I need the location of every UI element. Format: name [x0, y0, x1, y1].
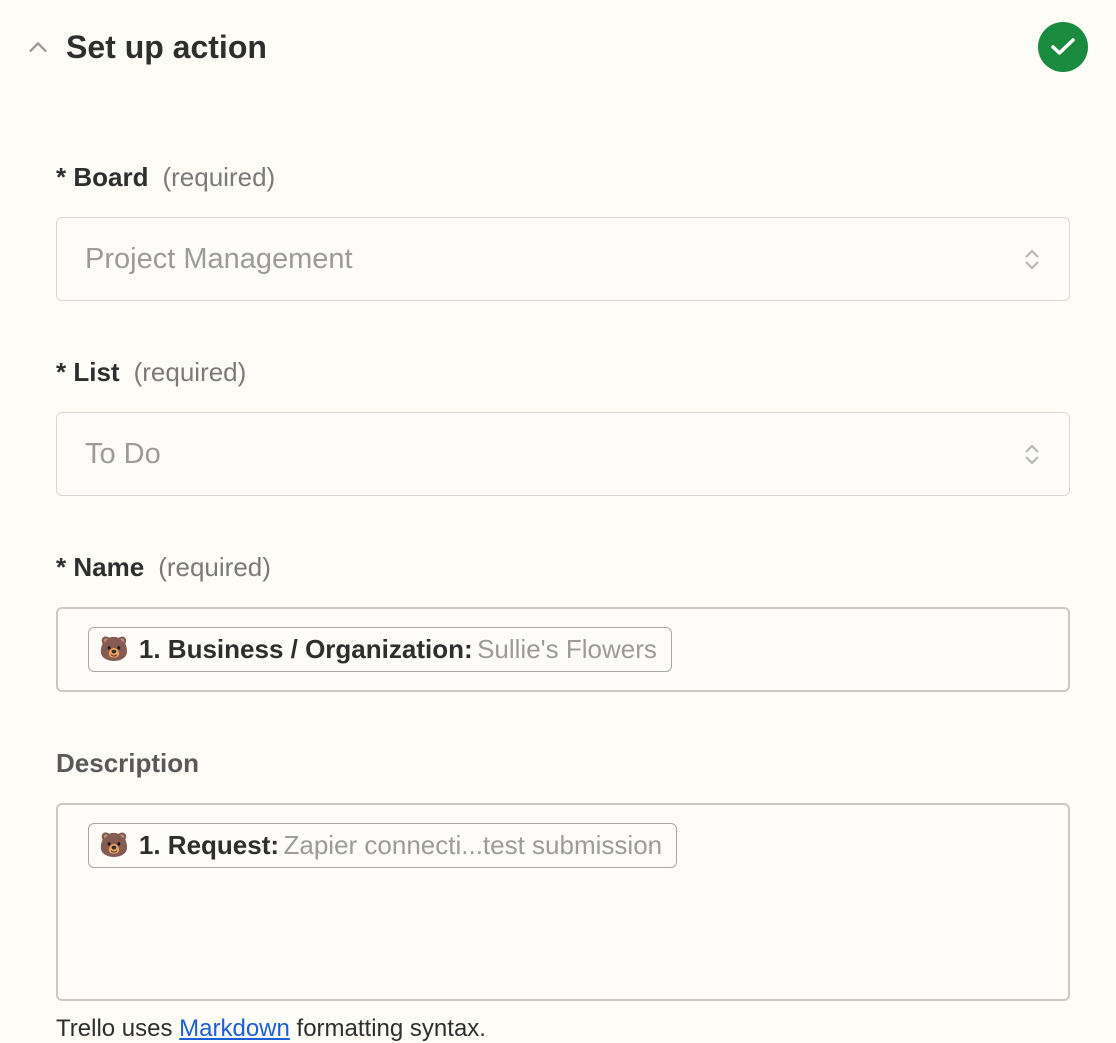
description-input[interactable]: 🐻 1. Request: Zapier connecti...test sub…: [56, 803, 1070, 1001]
field-board-label-row: * Board (required): [56, 162, 1070, 193]
field-list-label-row: * List (required): [56, 357, 1070, 388]
field-name: * Name (required) 🐻 1. Business / Organi…: [56, 552, 1070, 692]
pill-content: 1. Business / Organization: Sullie's Flo…: [139, 634, 657, 665]
description-pill-value: Zapier connecti...test submission: [284, 830, 663, 860]
field-name-label-row: * Name (required): [56, 552, 1070, 583]
wpforms-icon: 🐻: [99, 834, 129, 858]
field-board-required: (required): [162, 162, 275, 193]
helper-suffix: formatting syntax.: [290, 1015, 486, 1042]
select-chevrons-icon: [1023, 444, 1041, 465]
list-select[interactable]: To Do: [56, 412, 1070, 496]
field-list-label-text: List: [73, 357, 119, 387]
pill-content: 1. Request: Zapier connecti...test submi…: [139, 830, 662, 861]
wpforms-icon: 🐻: [99, 638, 129, 662]
required-asterisk: *: [56, 552, 66, 582]
description-field-pill[interactable]: 🐻 1. Request: Zapier connecti...test sub…: [88, 823, 677, 868]
description-helper: Trello uses Markdown formatting syntax.: [56, 1015, 1070, 1043]
name-input[interactable]: 🐻 1. Business / Organization: Sullie's F…: [56, 607, 1070, 692]
field-list-label: * List: [56, 357, 120, 388]
name-pill-label: 1. Business / Organization:: [139, 634, 473, 664]
field-list-required: (required): [134, 357, 247, 388]
collapse-toggle[interactable]: [28, 41, 48, 53]
field-name-label: * Name: [56, 552, 144, 583]
description-pill-label: 1. Request:: [139, 830, 279, 860]
field-description: Description 🐻 1. Request: Zapier connect…: [56, 748, 1070, 1043]
header-left: Set up action: [28, 29, 267, 66]
field-list: * List (required) To Do: [56, 357, 1070, 496]
required-asterisk: *: [56, 162, 66, 192]
field-board: * Board (required) Project Management: [56, 162, 1070, 301]
board-select-value: Project Management: [85, 243, 353, 276]
field-board-label: * Board: [56, 162, 148, 193]
form-body: * Board (required) Project Management * …: [28, 162, 1088, 1043]
required-asterisk: *: [56, 357, 66, 387]
field-description-label: Description: [56, 748, 1070, 779]
name-pill-value: Sullie's Flowers: [477, 634, 657, 664]
select-chevrons-icon: [1023, 249, 1041, 270]
list-select-value: To Do: [85, 438, 161, 471]
field-name-label-text: Name: [73, 552, 144, 582]
field-board-label-text: Board: [73, 162, 148, 192]
status-complete-badge: [1038, 22, 1088, 72]
helper-prefix: Trello uses: [56, 1015, 179, 1042]
chevron-up-icon: [28, 41, 48, 54]
field-name-required: (required): [158, 552, 271, 583]
markdown-link[interactable]: Markdown: [179, 1015, 290, 1042]
board-select[interactable]: Project Management: [56, 217, 1070, 301]
section-header: Set up action: [28, 22, 1088, 72]
name-field-pill[interactable]: 🐻 1. Business / Organization: Sullie's F…: [88, 627, 672, 672]
section-title: Set up action: [66, 29, 267, 66]
check-icon: [1050, 37, 1076, 57]
